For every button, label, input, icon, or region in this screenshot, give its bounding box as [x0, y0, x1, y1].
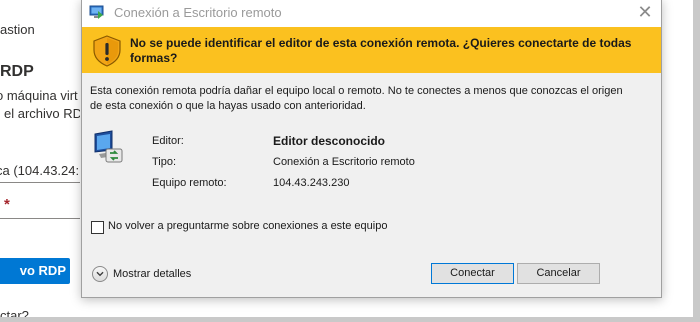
dialog-titlebar[interactable]: Conexión a Escritorio remoto ✕	[82, 0, 661, 27]
security-description: Esta conexión remota podría dañar el equ…	[90, 85, 623, 112]
cancel-button[interactable]: Cancelar	[517, 263, 600, 284]
dont-ask-again-label[interactable]: No volver a preguntarme sobre conexiones…	[108, 220, 387, 232]
bg-input-underline[interactable]	[0, 218, 80, 219]
chevron-down-icon[interactable]	[92, 266, 108, 282]
connect-button[interactable]: Conectar	[431, 263, 514, 284]
bg-text-line: el archivo RD	[4, 106, 80, 121]
shield-warning-icon	[93, 35, 121, 67]
remote-desktop-icon	[89, 5, 104, 19]
background-portal-page: astion RDP o máquina virt el archivo RD …	[0, 0, 80, 322]
dont-ask-again-checkbox[interactable]	[91, 221, 104, 234]
screenshot-frame-right	[693, 0, 700, 322]
bg-ip-input[interactable]: ca (104.43.24:	[0, 160, 80, 183]
publisher-value: Editor desconocido	[273, 134, 386, 148]
screenshot-frame-bottom	[0, 317, 700, 322]
bg-required-mark: *	[4, 196, 10, 213]
warning-message: No se puede identificar el editor de est…	[130, 36, 632, 65]
remote-computer-label: Equipo remoto:	[152, 177, 227, 189]
rdp-security-dialog: Conexión a Escritorio remoto ✕ No se pue…	[81, 0, 662, 298]
dialog-title: Conexión a Escritorio remoto	[114, 5, 282, 20]
remote-computer-value: 104.43.243.230	[273, 177, 350, 189]
bg-text-line: o máquina virt	[0, 88, 78, 103]
bg-heading: RDP	[0, 63, 34, 80]
type-value: Conexión a Escritorio remoto	[273, 156, 415, 168]
computer-connection-icon	[94, 130, 123, 163]
publisher-label: Editor:	[152, 135, 184, 147]
download-rdp-button[interactable]: vo RDP	[0, 258, 70, 284]
warning-banner: No se puede identificar el editor de est…	[82, 27, 661, 73]
type-label: Tipo:	[152, 156, 177, 168]
show-details-label[interactable]: Mostrar detalles	[113, 268, 191, 280]
bg-breadcrumb-text: astion	[0, 22, 35, 37]
close-icon[interactable]: ✕	[629, 0, 661, 27]
